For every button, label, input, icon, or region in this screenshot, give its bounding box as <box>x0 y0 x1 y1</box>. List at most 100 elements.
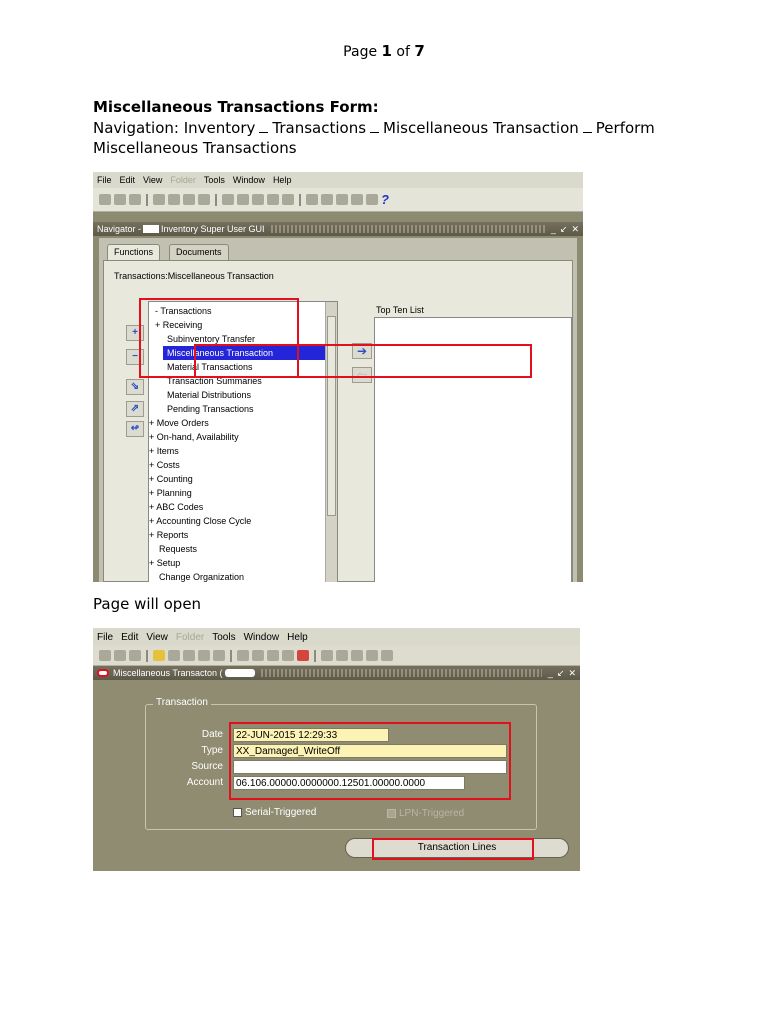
menu-view[interactable]: View <box>146 632 168 643</box>
menu-help[interactable]: Help <box>273 175 292 185</box>
cut-icon[interactable] <box>237 650 249 661</box>
list-item[interactable]: + ABC Codes <box>149 500 325 514</box>
expand-all-icon[interactable]: ⇗ <box>126 401 144 417</box>
list-item[interactable]: + Reports <box>149 528 325 542</box>
new-record-icon[interactable] <box>282 650 294 661</box>
menu-tools[interactable]: Tools <box>212 632 235 643</box>
expand-branch-icon[interactable]: ⇘ <box>126 379 144 395</box>
expand-icon[interactable]: + <box>126 325 144 341</box>
list-item[interactable]: Material Distributions <box>167 388 325 402</box>
add-to-top-ten-arrow-icon[interactable]: ➔ <box>352 343 372 359</box>
collapse-all-icon[interactable]: ↫ <box>126 421 144 437</box>
new-icon[interactable] <box>99 194 111 205</box>
transaction-lines-button[interactable]: Transaction Lines <box>345 838 569 858</box>
next-step-icon[interactable] <box>168 650 180 661</box>
toolbar-separator <box>215 193 217 206</box>
functions-pane: Transactions:Miscellaneous Transaction +… <box>103 260 573 582</box>
menu-view[interactable]: View <box>143 175 162 185</box>
folder-tools-icon[interactable] <box>366 194 378 205</box>
translations-icon[interactable] <box>336 194 348 205</box>
clear-record-icon[interactable] <box>267 194 279 205</box>
date-field[interactable]: 22-JUN-2015 12:29:33 <box>233 728 389 742</box>
edit-field-icon[interactable] <box>321 650 333 661</box>
attachments-icon[interactable] <box>366 650 378 661</box>
tab-documents[interactable]: Documents <box>169 244 229 260</box>
show-navigator-icon[interactable] <box>129 194 141 205</box>
functions-list[interactable]: - Transactions + Receiving Subinventory … <box>148 301 338 582</box>
cut-icon[interactable] <box>222 194 234 205</box>
paste-icon[interactable] <box>267 650 279 661</box>
serial-triggered-checkbox[interactable]: Serial-Triggered <box>233 807 316 818</box>
menu-tools[interactable]: Tools <box>204 175 225 185</box>
type-field[interactable]: XX_Damaged_WriteOff <box>233 744 507 758</box>
account-field[interactable]: 06.106.00000.0000000.12501.00000.0000 <box>233 776 465 790</box>
next-step-icon[interactable] <box>168 194 180 205</box>
folder-icon[interactable] <box>213 650 225 661</box>
navigator-toolbar: ? <box>93 188 583 212</box>
list-item[interactable]: + Receiving <box>155 318 325 332</box>
menu-help[interactable]: Help <box>287 632 308 643</box>
maximize-icon[interactable]: ↙ <box>557 668 565 679</box>
menu-edit[interactable]: Edit <box>121 632 138 643</box>
list-item[interactable]: Change Organization <box>159 570 325 582</box>
list-item[interactable]: + Planning <box>149 486 325 500</box>
menu-window[interactable]: Window <box>244 632 280 643</box>
close-form-icon[interactable] <box>198 650 210 661</box>
redacted-block <box>143 225 160 233</box>
show-navigator-icon[interactable] <box>129 650 141 661</box>
save-icon[interactable] <box>153 194 165 205</box>
close-form-icon[interactable] <box>198 194 210 205</box>
page-number: Page 1 of 7 <box>343 42 425 60</box>
list-item[interactable]: + Items <box>149 444 325 458</box>
new-icon[interactable] <box>99 650 111 661</box>
print-icon[interactable] <box>183 650 195 661</box>
save-icon[interactable] <box>153 650 165 661</box>
list-item[interactable]: Requests <box>159 542 325 556</box>
collapse-icon[interactable]: − <box>126 349 144 365</box>
titlebar-pattern <box>270 225 545 233</box>
zoom-icon[interactable] <box>321 194 333 205</box>
find-icon[interactable] <box>114 194 126 205</box>
checkbox-box[interactable] <box>233 808 242 817</box>
list-item[interactable]: + On-hand, Availability <box>149 430 325 444</box>
list-scrollbar[interactable] <box>325 302 337 582</box>
menu-window[interactable]: Window <box>233 175 265 185</box>
tab-functions[interactable]: Functions <box>107 244 161 260</box>
list-item-selected[interactable]: Miscellaneous Transaction <box>163 346 325 360</box>
translations-icon[interactable] <box>351 650 363 661</box>
paste-icon[interactable] <box>252 194 264 205</box>
copy-icon[interactable] <box>237 194 249 205</box>
find-icon[interactable] <box>114 650 126 661</box>
menu-file[interactable]: File <box>97 175 112 185</box>
list-item[interactable]: + Move Orders <box>149 416 325 430</box>
source-field[interactable] <box>233 760 507 774</box>
menu-file[interactable]: File <box>97 632 113 643</box>
list-item[interactable]: + Counting <box>149 472 325 486</box>
edit-field-icon[interactable] <box>306 194 318 205</box>
list-item[interactable]: - Transactions <box>155 304 325 318</box>
copy-icon[interactable] <box>252 650 264 661</box>
close-icon[interactable]: ✕ <box>571 224 579 235</box>
scrollbar-thumb[interactable] <box>327 316 336 516</box>
maximize-icon[interactable]: ↙ <box>560 224 568 235</box>
top-ten-list[interactable] <box>374 317 572 582</box>
form-titlebar: Miscellaneous Transacton ( _ ↙ ✕ <box>93 666 580 680</box>
list-item[interactable]: + Accounting Close Cycle <box>149 514 325 528</box>
list-item[interactable]: + Costs <box>149 458 325 472</box>
attachments-icon[interactable] <box>351 194 363 205</box>
help-icon[interactable]: ? <box>381 193 389 206</box>
minimize-icon[interactable]: _ <box>551 224 556 234</box>
zoom-icon[interactable] <box>336 650 348 661</box>
list-item[interactable]: Subinventory Transfer <box>167 332 325 346</box>
print-icon[interactable] <box>183 194 195 205</box>
delete-record-icon[interactable] <box>297 650 309 661</box>
folder-tools-icon[interactable] <box>381 650 393 661</box>
list-item[interactable]: + Setup <box>149 556 325 570</box>
menu-edit[interactable]: Edit <box>120 175 136 185</box>
list-item[interactable]: Material Transactions <box>167 360 325 374</box>
close-icon[interactable]: ✕ <box>568 668 576 679</box>
delete-icon[interactable] <box>282 194 294 205</box>
list-item[interactable]: Transaction Summaries <box>167 374 325 388</box>
list-item[interactable]: Pending Transactions <box>167 402 325 416</box>
minimize-icon[interactable]: _ <box>548 668 553 678</box>
